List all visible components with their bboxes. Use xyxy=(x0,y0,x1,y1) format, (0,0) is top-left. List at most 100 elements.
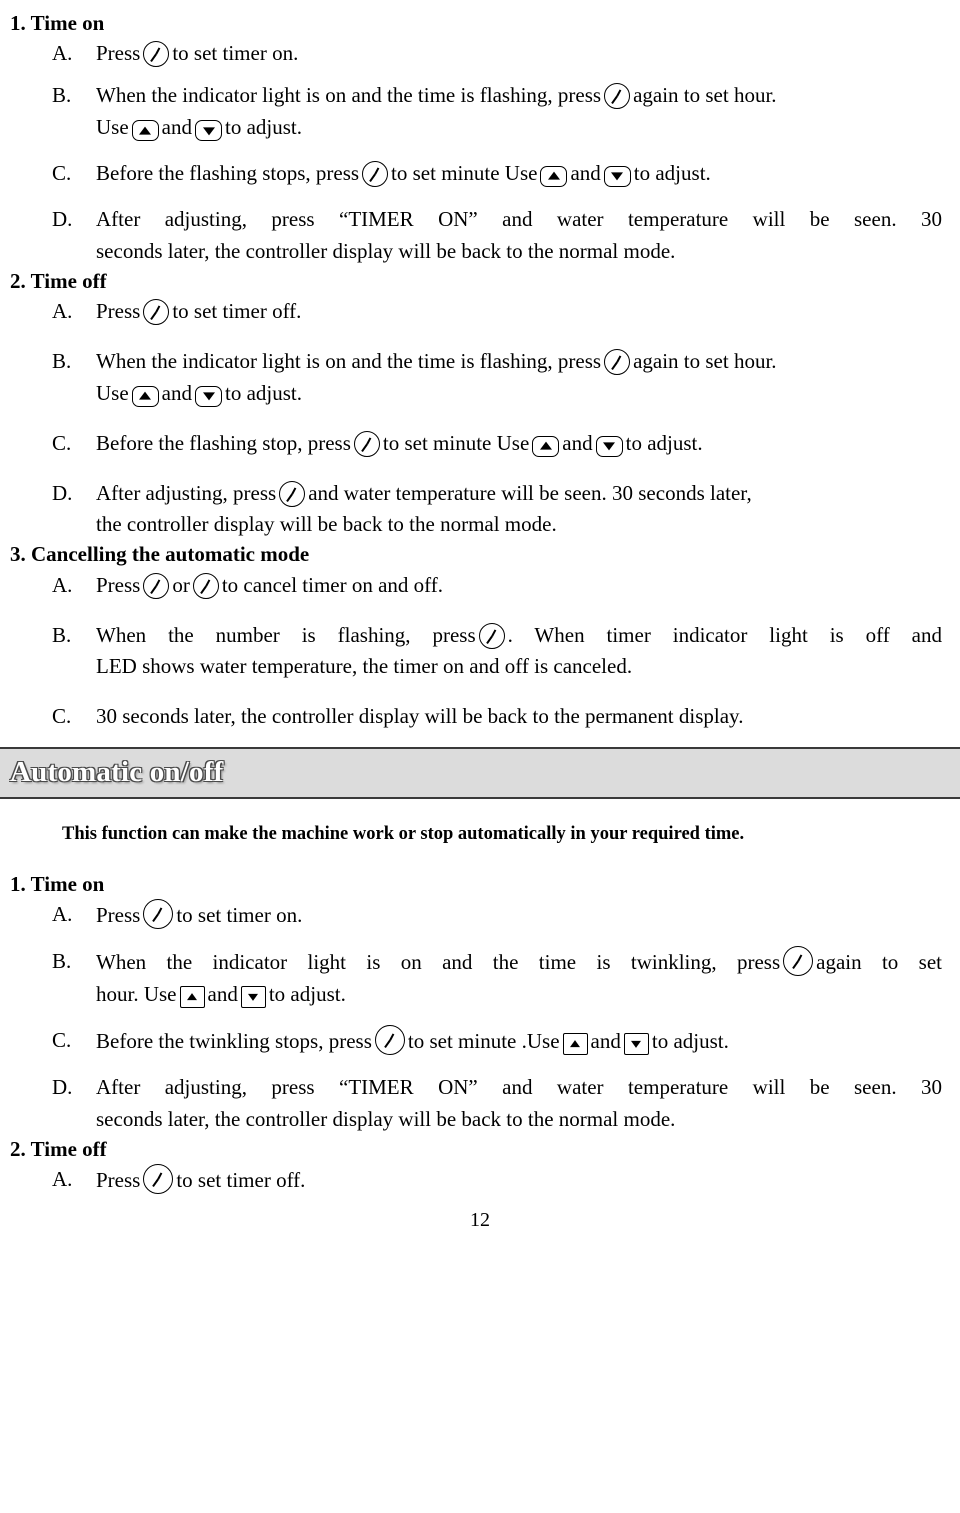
item-body: Before the twinkling stops, press to set … xyxy=(96,1025,942,1058)
down-arrow-icon[interactable] xyxy=(195,120,222,142)
text-run: again to set xyxy=(816,950,943,975)
item-marker: A. xyxy=(52,902,73,927)
text-run: to adjust. xyxy=(625,430,703,455)
text-line: When the number is flashing, press . When… xyxy=(96,620,942,652)
text-run: When the indicator light is on and the t… xyxy=(96,83,602,108)
timer-clock-icon[interactable] xyxy=(143,572,170,599)
item-body: When the indicator light is on and the t… xyxy=(96,946,942,1011)
item-marker: C. xyxy=(52,1028,72,1053)
item-marker: B. xyxy=(52,348,72,373)
heading-time-on-1: 1. Time on xyxy=(10,11,105,35)
down-arrow-icon[interactable] xyxy=(603,165,631,187)
item-body: Press or to cancel timer on and off. xyxy=(96,570,942,602)
text-line: After adjusting, press “TIMER ON” and wa… xyxy=(96,206,942,231)
down-arrow-icon[interactable] xyxy=(623,1033,649,1056)
text-run: to set minute Use xyxy=(391,160,538,185)
text-run: Before the flashing stops, press xyxy=(96,160,360,185)
item-body: After adjusting, press “TIMER ON” and wa… xyxy=(96,204,942,268)
page-number: 12 xyxy=(470,1209,490,1231)
text-run: When the indicator light is on and the t… xyxy=(96,348,602,373)
item-body: After adjusting, press “TIMER ON” and wa… xyxy=(96,1072,942,1136)
item-body: When the number is flashing, press . When… xyxy=(96,620,942,684)
timer-clock-icon[interactable] xyxy=(362,160,389,187)
item-body: Press to set timer off. xyxy=(96,1164,942,1197)
item-body: 30 seconds later, the controller display… xyxy=(96,704,744,729)
timer-clock-icon[interactable] xyxy=(143,1164,174,1195)
up-arrow-icon[interactable] xyxy=(179,986,205,1009)
list-item: D. After adjusting, press “TIMER ON” and… xyxy=(0,1072,960,1136)
heading-time-off-1: 2. Time off xyxy=(10,268,107,293)
text-run: Press xyxy=(96,903,141,928)
item-marker: B. xyxy=(52,83,72,108)
timer-clock-icon[interactable] xyxy=(604,83,631,110)
text-run: to cancel timer on and off. xyxy=(221,572,444,597)
text-run: to adjust. xyxy=(225,115,302,140)
text-run: Before the flashing stop, press xyxy=(96,430,351,455)
up-arrow-icon[interactable] xyxy=(131,385,159,407)
timer-clock-icon[interactable] xyxy=(143,899,174,930)
text-run: and xyxy=(207,982,238,1007)
text-line: hour. Use and to adjust. xyxy=(96,979,942,1011)
text-line: the controller display will be back to t… xyxy=(96,512,557,537)
text-run: to set timer on. xyxy=(176,903,303,928)
timer-clock-icon[interactable] xyxy=(604,348,631,375)
heading-time-off-2: 2. Time off xyxy=(10,1136,107,1161)
timer-clock-icon[interactable] xyxy=(143,41,170,68)
list-item: C. Before the flashing stop, press to set… xyxy=(0,428,960,460)
down-arrow-icon[interactable] xyxy=(595,435,623,457)
text-run: Press xyxy=(96,41,141,66)
timer-clock-icon[interactable] xyxy=(374,1025,405,1056)
timer-clock-icon[interactable] xyxy=(478,622,505,649)
text-run: or xyxy=(172,572,190,597)
timer-clock-icon[interactable] xyxy=(783,946,814,977)
timer-clock-icon[interactable] xyxy=(353,430,380,457)
text-run: and xyxy=(590,1029,621,1054)
text-line: When the indicator light is on and the t… xyxy=(96,346,942,378)
text-run: and xyxy=(570,160,601,185)
item-body: When the indicator light is on and the t… xyxy=(96,346,942,410)
up-arrow-icon[interactable] xyxy=(540,165,568,187)
text-run: again to set hour. xyxy=(633,348,777,373)
text-run: and xyxy=(161,115,192,140)
up-arrow-icon[interactable] xyxy=(131,120,159,142)
item-marker: A. xyxy=(52,1167,73,1192)
heading-cancelling-automatic-mode: 3. Cancelling the automatic mode xyxy=(10,542,310,567)
list-item: A. Press to set timer off. xyxy=(0,296,960,328)
section-banner-automatic-on-off: Automatic on/off xyxy=(0,747,960,800)
up-arrow-icon[interactable] xyxy=(562,1033,588,1056)
item-body: Press to set timer off. xyxy=(96,296,942,328)
manual-page: 1. Time on A. Press to set timer on. B. W… xyxy=(0,0,960,1513)
list-item: D. After adjusting, press “TIMER ON” and… xyxy=(0,204,960,268)
list-item: D. After adjusting, press and water tempe… xyxy=(0,478,960,542)
list-item: A. Press to set timer off. xyxy=(0,1164,960,1197)
text-run: to adjust. xyxy=(225,380,302,405)
text-run: and water temperature will be seen. 30 s… xyxy=(308,480,752,505)
item-marker: A. xyxy=(52,41,73,66)
text-line: seconds later, the controller display wi… xyxy=(96,1106,676,1131)
item-marker: A. xyxy=(52,572,73,597)
item-marker: B. xyxy=(52,622,72,647)
timer-clock-icon[interactable] xyxy=(192,572,219,599)
item-marker: C. xyxy=(52,160,72,185)
timer-clock-icon[interactable] xyxy=(279,480,306,507)
heading-time-on-2: 1. Time on xyxy=(10,872,105,897)
timer-clock-icon[interactable] xyxy=(143,298,170,325)
text-line: Use and to adjust. xyxy=(96,378,942,410)
text-run: . When timer indicator light is off and xyxy=(507,622,942,647)
text-run: and xyxy=(161,380,192,405)
item-body: Press to set timer on. xyxy=(96,899,942,932)
list-item: C. 30 seconds later, the controller disp… xyxy=(0,701,960,733)
intro-paragraph: This function can make the machine work … xyxy=(62,824,745,845)
text-line: Use and to adjust. xyxy=(96,112,942,144)
down-arrow-icon[interactable] xyxy=(195,385,222,407)
item-marker: D. xyxy=(52,1075,73,1100)
text-run: to set timer on. xyxy=(172,41,299,66)
text-line: When the indicator light is on and the t… xyxy=(96,946,942,979)
item-body: When the indicator light is on and the t… xyxy=(96,80,942,144)
list-item: B. When the indicator light is on and th… xyxy=(0,346,960,410)
list-item: B. When the indicator light is on and th… xyxy=(0,80,960,144)
up-arrow-icon[interactable] xyxy=(532,435,560,457)
text-run: Use xyxy=(96,115,129,140)
down-arrow-icon[interactable] xyxy=(240,986,266,1009)
text-run: Press xyxy=(96,572,141,597)
